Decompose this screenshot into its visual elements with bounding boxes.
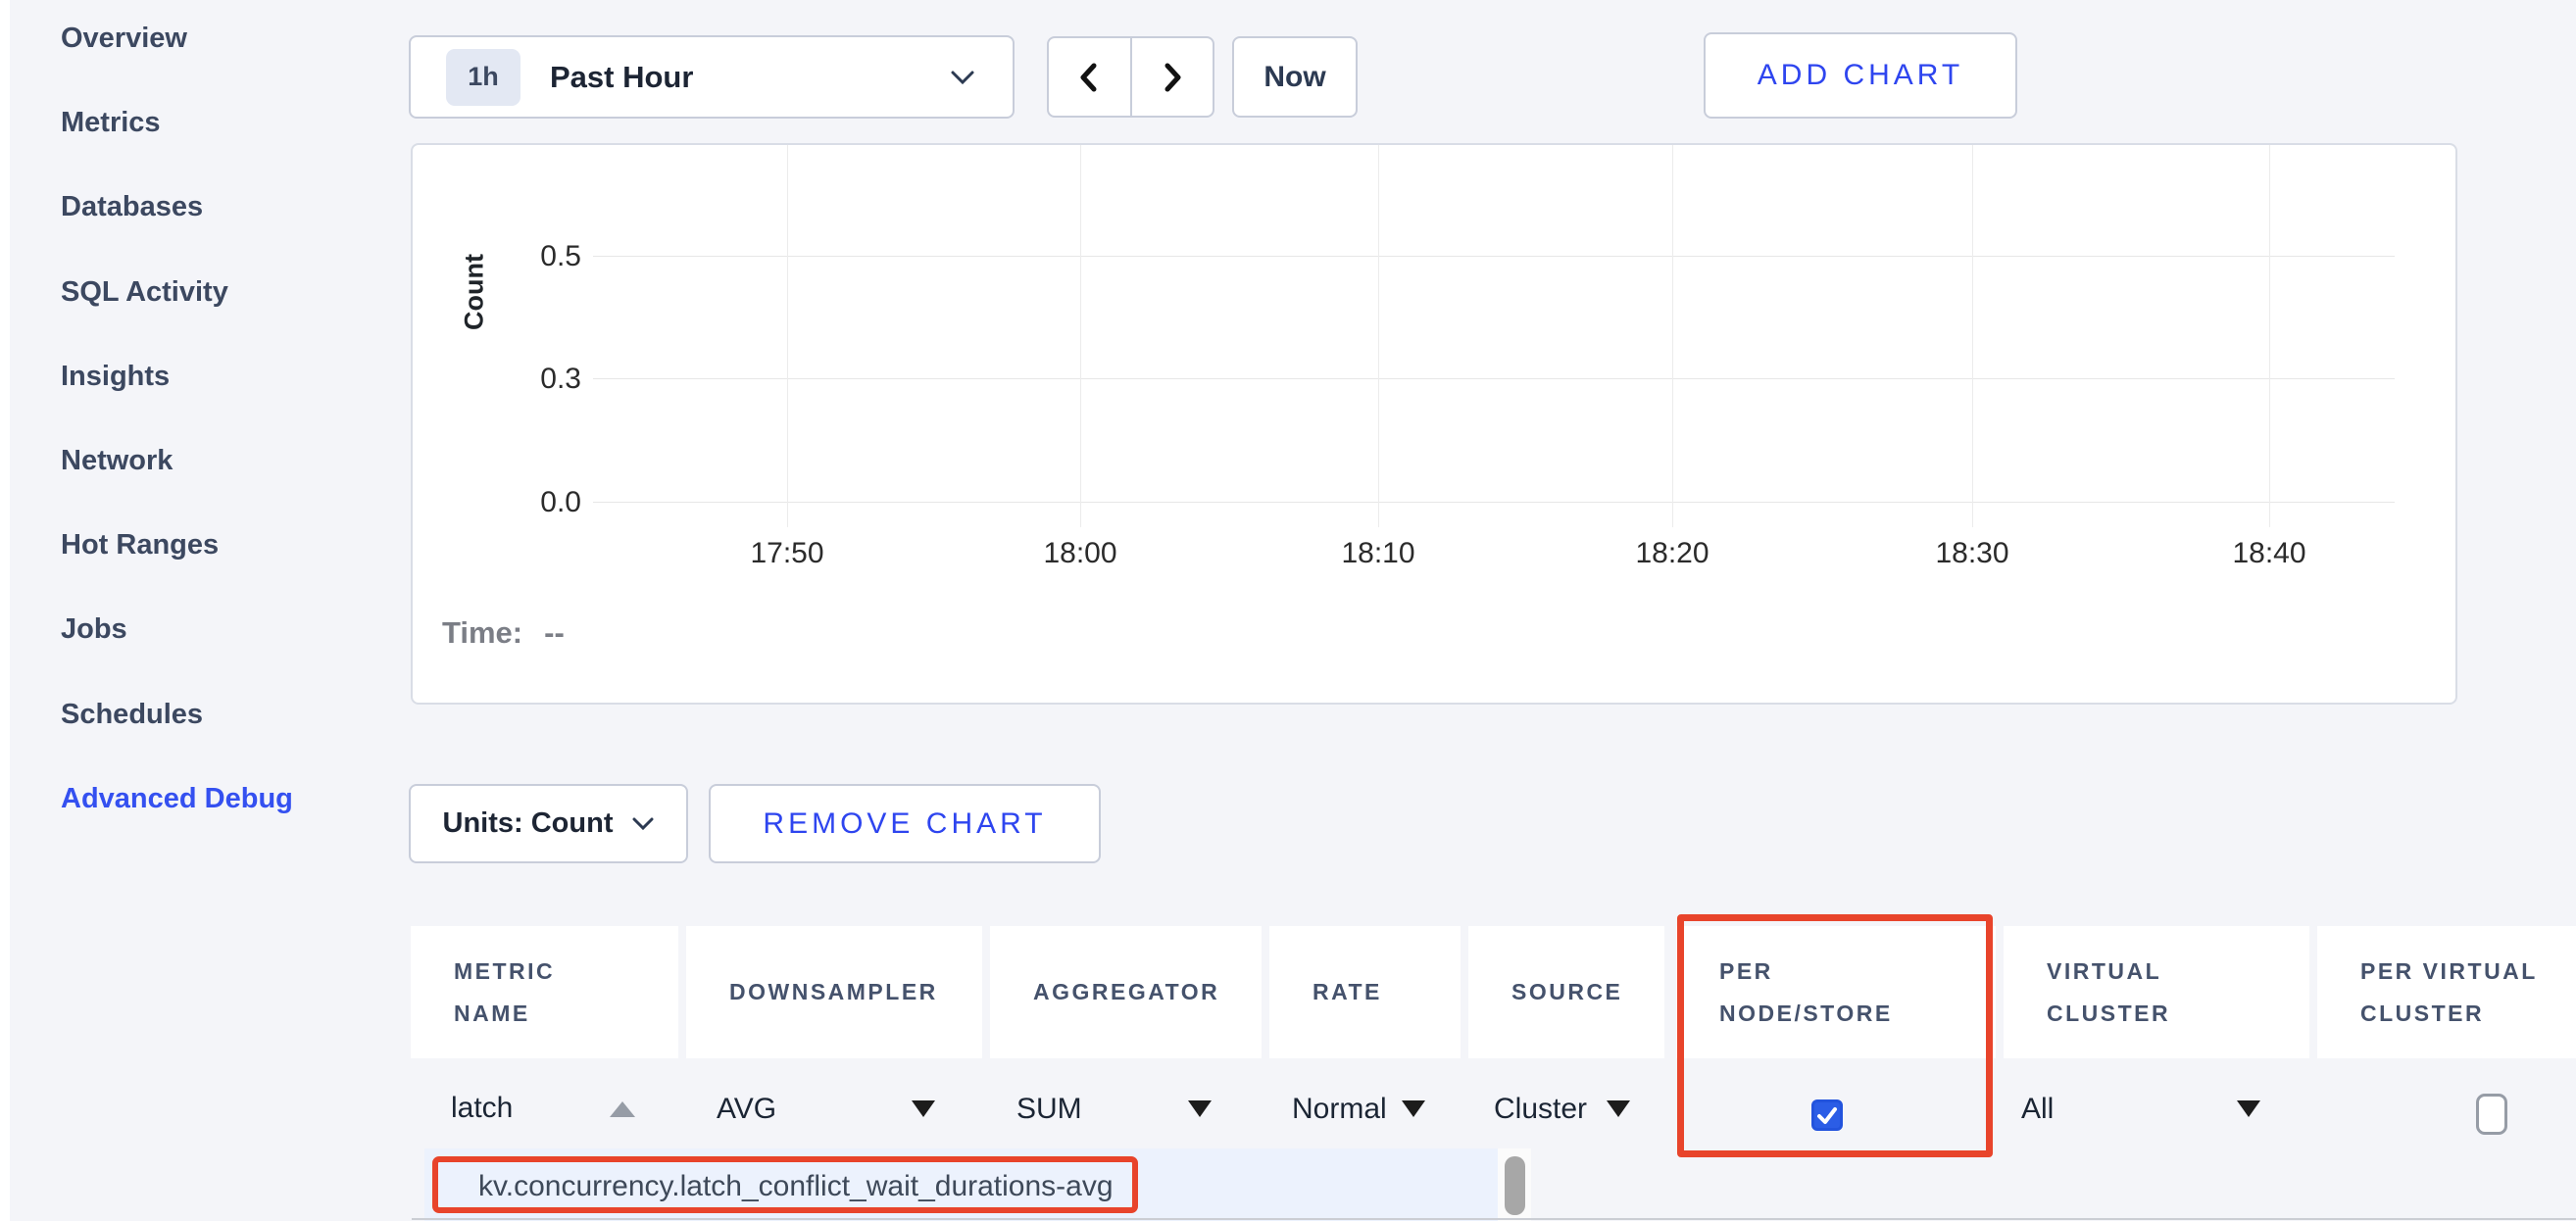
col-header-label: SOURCE	[1511, 971, 1622, 1013]
col-header-per-node-store: PER NODE/STORE	[1676, 926, 1996, 1058]
sidebar-item-databases[interactable]: Databases	[61, 185, 355, 228]
time-caption-value: --	[544, 615, 565, 651]
x-tick-1840: 18:40	[2201, 536, 2338, 571]
source-select-value[interactable]: Cluster	[1494, 1090, 1587, 1129]
aggregator-select-value[interactable]: SUM	[1016, 1090, 1082, 1129]
time-range-label: Past Hour	[550, 60, 693, 95]
per-virtual-cluster-checkbox[interactable]	[2476, 1094, 2507, 1135]
divider	[412, 1218, 2576, 1220]
col-header-virtual-cluster: VIRTUAL CLUSTER	[2004, 926, 2309, 1058]
col-header-source: SOURCE	[1468, 926, 1664, 1058]
dropdown-arrow-icon[interactable]	[1607, 1100, 1630, 1117]
x-tick-1800: 18:00	[1012, 536, 1149, 571]
time-caption-label: Time:	[442, 615, 522, 651]
y-axis-label: Count	[460, 254, 490, 330]
remove-chart-button[interactable]: REMOVE CHART	[709, 784, 1101, 863]
y-tick-0_5: 0.5	[503, 239, 581, 274]
col-header-per-virtual-cluster: PER VIRTUAL CLUSTER	[2317, 926, 2576, 1058]
col-header-label: RATE	[1313, 971, 1382, 1013]
page: Overview Metrics Databases SQL Activity …	[0, 0, 2576, 1221]
chevron-right-icon	[1161, 62, 1184, 93]
checkmark-icon	[1814, 1102, 1840, 1128]
virtual-cluster-select-value[interactable]: All	[2021, 1090, 2054, 1129]
hover-time-caption: Time: --	[442, 615, 565, 651]
col-header-downsampler: DOWNSAMPLER	[686, 926, 982, 1058]
dropdown-arrow-icon[interactable]	[2237, 1100, 2260, 1117]
sidebar-item-schedules[interactable]: Schedules	[61, 693, 355, 736]
sort-asc-icon	[610, 1101, 635, 1117]
units-dropdown-label: Units: Count	[443, 807, 614, 840]
prev-time-button[interactable]	[1049, 38, 1130, 116]
sidebar-item-advanced-debug[interactable]: Advanced Debug	[61, 777, 355, 820]
sidebar-item-metrics[interactable]: Metrics	[61, 101, 355, 144]
autocomplete-suggestion-item[interactable]: kv.concurrency.latch_conflict_wait_durat…	[478, 1168, 1114, 1205]
time-range-dropdown[interactable]: 1h Past Hour	[409, 35, 1015, 119]
dropdown-arrow-icon[interactable]	[1188, 1100, 1212, 1117]
downsampler-select-value[interactable]: AVG	[717, 1090, 776, 1129]
col-header-label: DOWNSAMPLER	[729, 971, 938, 1013]
units-dropdown[interactable]: Units: Count	[409, 784, 688, 863]
chevron-down-icon	[632, 817, 654, 831]
chart-plot-area[interactable]	[589, 145, 2398, 527]
chevron-left-icon	[1077, 62, 1101, 93]
time-range-badge: 1h	[446, 49, 520, 106]
left-edge-strip	[0, 0, 10, 1221]
col-header-label: VIRTUAL CLUSTER	[2047, 951, 2223, 1034]
col-header-aggregator: AGGREGATOR	[990, 926, 1262, 1058]
col-header-label: METRIC NAME	[454, 951, 591, 1034]
custom-chart-panel: Count 0.5 0.3 0.0 17:50 18:00 18:10 18:2…	[411, 143, 2457, 705]
dropdown-arrow-icon[interactable]	[912, 1100, 935, 1117]
x-tick-1820: 18:20	[1604, 536, 1741, 571]
dropdown-arrow-icon[interactable]	[1402, 1100, 1425, 1117]
rate-select-value[interactable]: Normal	[1292, 1090, 1387, 1129]
y-tick-0_0: 0.0	[503, 485, 581, 520]
x-tick-1750: 17:50	[718, 536, 856, 571]
now-button[interactable]: Now	[1232, 36, 1358, 118]
x-tick-1830: 18:30	[1904, 536, 2041, 571]
next-time-button[interactable]	[1130, 38, 1214, 116]
sidebar-item-jobs[interactable]: Jobs	[61, 608, 355, 651]
chevron-down-icon	[950, 70, 975, 85]
col-header-metric-name: METRIC NAME	[411, 926, 678, 1058]
time-step-buttons	[1047, 36, 1214, 118]
col-header-label: PER VIRTUAL CLUSTER	[2360, 951, 2576, 1034]
sidebar-item-overview[interactable]: Overview	[61, 17, 355, 60]
sidebar-item-sql-activity[interactable]: SQL Activity	[61, 270, 355, 314]
sidebar-item-hot-ranges[interactable]: Hot Ranges	[61, 523, 355, 566]
add-chart-button[interactable]: ADD CHART	[1704, 32, 2017, 119]
y-tick-0_3: 0.3	[503, 362, 581, 397]
sidebar-item-insights[interactable]: Insights	[61, 355, 355, 398]
metric-name-input[interactable]	[451, 1086, 608, 1131]
col-header-label: AGGREGATOR	[1033, 971, 1219, 1013]
col-header-label: PER NODE/STORE	[1719, 951, 1925, 1034]
col-header-rate: RATE	[1269, 926, 1461, 1058]
per-node-store-checkbox[interactable]	[1811, 1099, 1843, 1131]
sidebar-item-network[interactable]: Network	[61, 439, 355, 482]
x-tick-1810: 18:10	[1310, 536, 1447, 571]
autocomplete-scrollbar-thumb[interactable]	[1505, 1156, 1525, 1215]
